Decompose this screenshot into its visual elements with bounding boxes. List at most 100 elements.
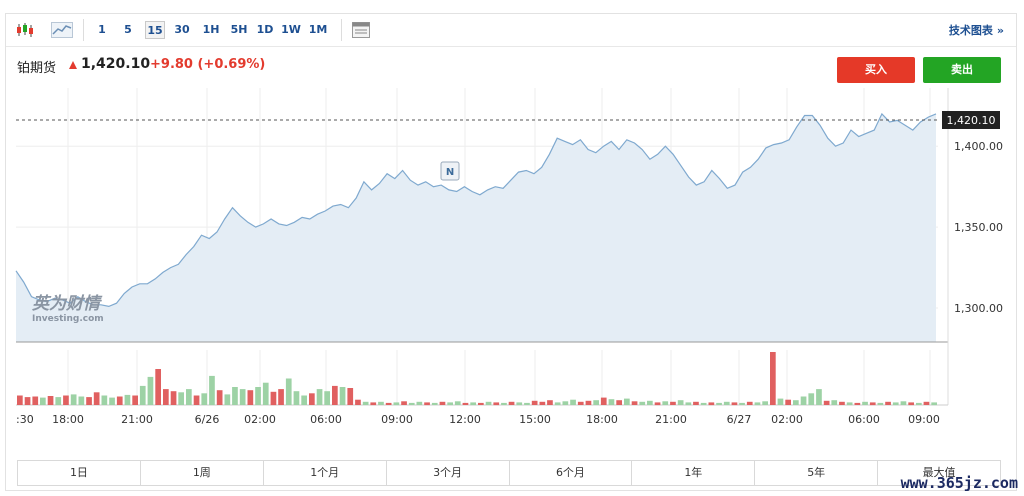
volume-bar (831, 400, 838, 405)
volume-bar (585, 400, 592, 405)
volume-bar (908, 402, 914, 406)
x-tick-label: 6/26 (195, 413, 220, 426)
volume-bar (516, 402, 523, 406)
range-item[interactable]: 1年 (632, 461, 756, 485)
site-watermark: www.365jz.com (900, 474, 1018, 492)
range-item[interactable]: 3个月 (387, 461, 510, 485)
x-tick-label: 02:00 (244, 413, 276, 426)
volume-bar (416, 401, 423, 405)
volume-bar (624, 398, 630, 405)
volume-bar (501, 402, 507, 405)
volume-bar (631, 401, 638, 405)
volume-bar (562, 401, 569, 405)
volume-bar (332, 385, 338, 405)
volume-bar (577, 401, 584, 405)
volume-bar (739, 402, 745, 405)
volume-bar (654, 402, 661, 406)
volume-bar (24, 397, 31, 405)
volume-bar (839, 401, 845, 405)
volume-bar (593, 400, 599, 405)
volume-bar (17, 395, 23, 405)
x-tick-label: 06:00 (848, 413, 880, 426)
volume-bar (109, 397, 115, 405)
x-tick-label: 09:00 (381, 413, 413, 426)
volume-bar (262, 382, 269, 405)
x-tick-label: 18:00 (52, 413, 84, 426)
volume-bar (770, 352, 776, 405)
volume-bar (777, 398, 784, 405)
volume-bar (885, 401, 891, 405)
volume-bar (170, 391, 177, 405)
volume-bar (923, 401, 930, 405)
sell-button[interactable]: 卖出 (923, 57, 1001, 83)
volume-bar (693, 401, 699, 405)
volume-bar (124, 394, 131, 405)
range-item[interactable]: 1日 (18, 461, 141, 485)
x-tick-label: 18:00 (586, 413, 618, 426)
x-tick-label: :30 (16, 413, 34, 426)
volume-bar (531, 400, 538, 405)
volume-bar (862, 401, 868, 405)
volume-bar (201, 393, 208, 405)
volume-bar (186, 389, 192, 405)
volume-bar (155, 369, 161, 405)
y-tick-label: 1,350.00 (954, 221, 1003, 234)
volume-bar (316, 389, 323, 405)
volume-bar (339, 387, 346, 405)
volume-bar (616, 400, 622, 405)
volume-bar (385, 402, 392, 405)
current-price-tag-label: 1,420.10 (947, 114, 996, 127)
volume-bar (854, 402, 861, 405)
volume-bar (716, 402, 722, 405)
volume-bar (931, 402, 937, 406)
volume-bar (746, 401, 753, 405)
buy-button[interactable]: 买入 (837, 57, 915, 83)
range-item[interactable]: 6个月 (510, 461, 633, 485)
volume-bar (800, 396, 807, 405)
volume-bar (478, 402, 484, 405)
volume-bar (600, 397, 607, 405)
y-tick-label: 1,300.00 (954, 302, 1003, 315)
range-item[interactable]: 1个月 (264, 461, 387, 485)
y-tick-label: 1,400.00 (954, 140, 1003, 153)
volume-bar (163, 389, 169, 405)
volume-bar (216, 390, 223, 405)
volume-bar (708, 402, 715, 406)
x-tick-label: 21:00 (121, 413, 153, 426)
volume-bar (662, 401, 669, 405)
investing-logo-cn: 英为财情 (31, 294, 103, 314)
volume-bar (816, 389, 822, 405)
volume-bar (677, 400, 684, 405)
price-area (16, 113, 936, 343)
volume-bar (408, 402, 415, 405)
volume-bar (808, 393, 815, 405)
volume-bar (793, 400, 799, 405)
volume-bar (139, 385, 146, 405)
news-marker-label: N (446, 167, 454, 178)
volume-bar (823, 400, 830, 405)
volume-bar (86, 397, 92, 405)
volume-bar (554, 402, 561, 406)
volume-bar (324, 391, 330, 405)
news-marker[interactable]: N (440, 161, 460, 181)
range-item[interactable]: 1周 (141, 461, 264, 485)
volume-bar (32, 396, 39, 405)
volume-bar (224, 394, 231, 405)
volume-bar (370, 402, 377, 406)
volume-bar (785, 399, 791, 405)
volume-bar (63, 395, 69, 405)
volume-bar (293, 391, 300, 405)
range-item[interactable]: 5年 (755, 461, 879, 485)
volume-bar (270, 391, 277, 406)
volume-bar (754, 402, 761, 406)
volume-bar (454, 401, 461, 405)
volume-bar (309, 393, 315, 405)
volume-bar (892, 402, 899, 406)
chart-widget: 1 5 15 30 1H 5H 1D 1W 1M 技术图表» 铂期货 1,420.10 +9.8… (5, 13, 1017, 491)
volume-bar (900, 401, 907, 405)
volume-bar (762, 401, 768, 405)
time-range-selector: 1日 1周 1个月 3个月 6个月 1年 5年 最大值 (17, 460, 1001, 486)
x-tick-label: 21:00 (655, 413, 687, 426)
volume-bar (101, 395, 108, 405)
volume-bar (70, 394, 77, 405)
